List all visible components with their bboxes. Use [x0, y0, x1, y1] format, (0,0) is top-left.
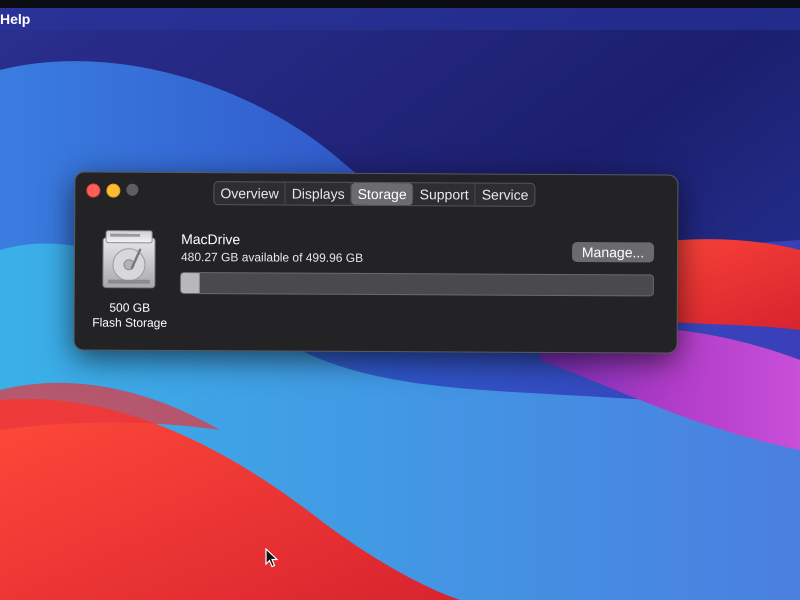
drive-type-label: Flash Storage — [92, 315, 168, 330]
about-this-mac-window: Overview Displays Storage Support Servic… — [73, 171, 679, 354]
hard-drive-icon — [102, 230, 156, 289]
menu-bar — [0, 8, 800, 30]
mouse-pointer-icon — [265, 548, 279, 568]
zoom-button — [126, 183, 139, 196]
menu-item-help[interactable]: Help — [0, 10, 30, 28]
tab-service[interactable]: Service — [476, 184, 535, 206]
drive-name: MacDrive — [181, 230, 241, 248]
tab-storage[interactable]: Storage — [351, 182, 414, 206]
drive-capacity-label: 500 GB — [109, 300, 151, 315]
tab-bar: Overview Displays Storage Support Servic… — [213, 181, 536, 207]
desktop: Help Overview Displays Storage Support S… — [0, 0, 800, 600]
screen-bezel — [0, 0, 800, 8]
minimize-button[interactable] — [106, 183, 121, 198]
drive-availability: 480.27 GB available of 499.96 GB — [180, 249, 364, 265]
tab-support[interactable]: Support — [413, 183, 476, 206]
tab-displays[interactable]: Displays — [285, 182, 352, 205]
close-button[interactable] — [86, 183, 101, 198]
storage-used-segment — [180, 272, 201, 294]
tab-overview[interactable]: Overview — [214, 182, 286, 205]
manage-button[interactable]: Manage... — [572, 242, 655, 263]
storage-usage-bar — [179, 271, 654, 297]
